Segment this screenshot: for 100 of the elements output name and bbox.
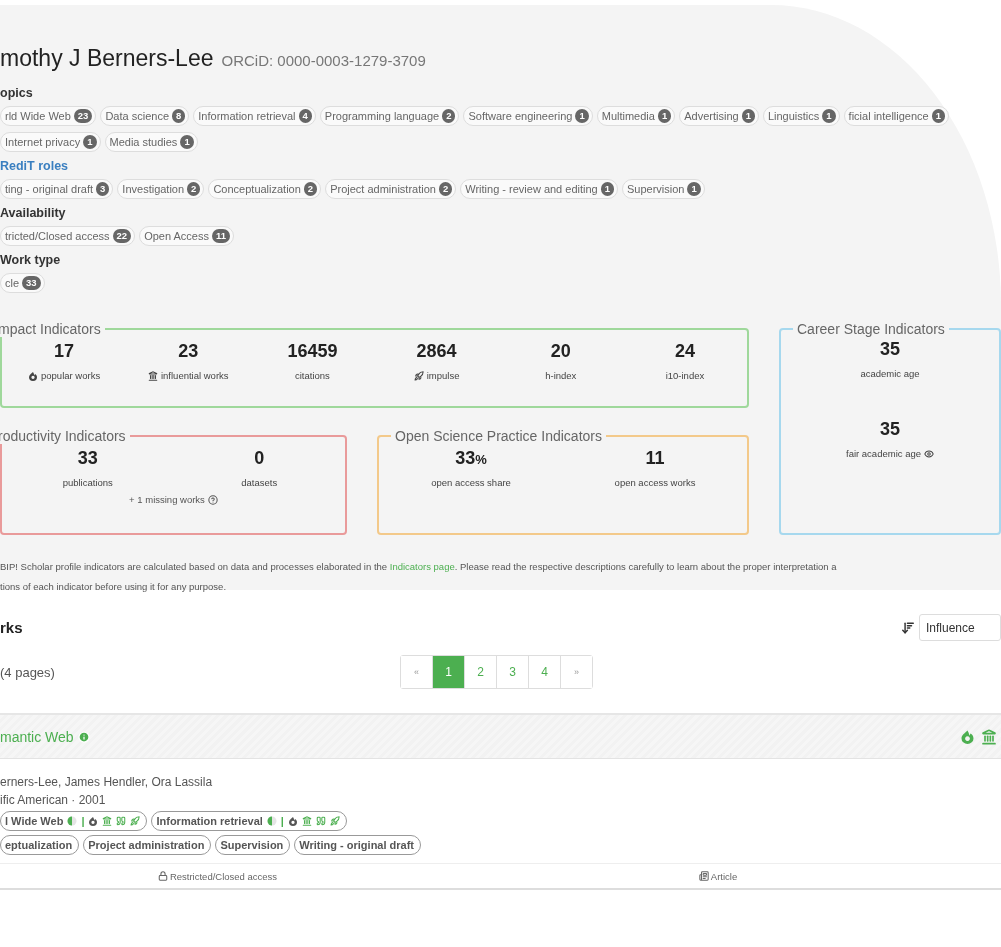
fire-icon	[28, 370, 38, 381]
indicator-value: 35	[880, 419, 900, 440]
filter-chip[interactable]: Multimedia 1	[596, 106, 676, 126]
facet-link[interactable]: RediT roles	[0, 159, 1001, 173]
facet-heading: Availability	[0, 206, 67, 220]
filter-chip[interactable]: Supervision 1	[622, 179, 705, 199]
count-badge: 1	[657, 109, 672, 123]
info-note: BIP! Scholar profile indicators are calculated based on data and processes elaborated in the Indicators page. Please read the respective descriptions carefully to learn about the proper interpretation a	[0, 560, 838, 574]
count-badge: 3	[96, 182, 110, 196]
lock-icon	[157, 871, 168, 881]
count-badge: 1	[180, 135, 194, 149]
sort-icon	[901, 620, 915, 635]
filter-chip[interactable]: ficial intelligence 1	[843, 106, 949, 126]
indicator-label: fair academic age	[846, 448, 934, 459]
facet-heading: opics	[0, 86, 34, 100]
article-icon	[698, 871, 709, 881]
work-authors: erners-Lee, James Hendler, Ora Lassila	[0, 775, 214, 789]
half-circle-icon	[266, 816, 277, 826]
indicator-value: 2864	[416, 341, 457, 362]
orcid-id: ORCiD: 0000-0003-1279-3709	[221, 52, 426, 69]
filter-chip[interactable]: Writing - review and editing 1	[460, 179, 618, 199]
count-badge: 2	[303, 182, 318, 196]
panel-legend: Career Stage Indicators	[793, 321, 949, 337]
count-badge: 4	[298, 109, 312, 123]
rocket-icon	[130, 816, 141, 826]
quote-icon	[315, 816, 326, 826]
indicator-label: impulse	[413, 370, 460, 381]
facet-heading: Work type	[0, 253, 62, 267]
indicator-label: open access works	[614, 477, 696, 488]
indicator-label: academic age	[860, 368, 920, 379]
bank-icon	[301, 816, 312, 826]
indicator-value: 11	[645, 448, 665, 469]
filter-chip[interactable]: Open Access 11	[139, 226, 234, 246]
indicator-value: 0	[254, 448, 265, 469]
indicator-label: i10-index	[665, 370, 705, 381]
count-badge: 11	[211, 229, 230, 243]
bank-icon	[147, 370, 158, 381]
indicator-label: influential works	[147, 370, 229, 381]
work-venue: ific American · 2001	[0, 793, 107, 807]
count-badge: 33	[22, 276, 41, 290]
pages-count: (4 pages)	[0, 664, 56, 680]
filter-chip[interactable]: Media studies 1	[104, 132, 198, 152]
filter-chip[interactable]: Linguistics 1	[762, 106, 840, 126]
page-link[interactable]: »	[560, 656, 592, 688]
eye-icon	[924, 448, 934, 459]
filter-chip[interactable]: Internet privacy 1	[0, 132, 101, 152]
filter-chip[interactable]: Programming language 2	[319, 106, 460, 126]
filter-chip[interactable]: Project administration 2	[325, 179, 457, 199]
indicator-label: h-index	[545, 370, 577, 381]
indicator-value: 16459	[287, 341, 338, 362]
help-icon	[207, 494, 218, 505]
filter-chip[interactable]: ting - original draft 3	[0, 179, 114, 199]
works-heading: rks	[0, 619, 23, 636]
indicator-label: popular works	[28, 370, 101, 381]
fire-icon	[88, 816, 99, 826]
count-badge: 1	[83, 135, 97, 149]
filter-chip[interactable]: Conceptualization 2	[208, 179, 322, 199]
count-badge: 2	[442, 109, 456, 123]
bank-icon	[981, 728, 997, 745]
indicator-value: 17	[54, 341, 75, 362]
indicator-value: 23	[178, 341, 199, 362]
count-badge: 23	[73, 109, 93, 123]
sort-select[interactable]: Influence	[919, 614, 1001, 641]
missing-works-note: + 1 missing works	[129, 494, 218, 505]
count-badge: 2	[438, 182, 453, 196]
indicator-value: 33%	[455, 448, 487, 469]
info-icon	[77, 730, 90, 743]
info-note: tions of each indicator before using it for any purpose.	[0, 580, 228, 594]
count-badge: 1	[741, 109, 755, 123]
access-label: Restricted/Closed access	[157, 870, 278, 882]
count-badge: 1	[822, 109, 836, 123]
indicator-label: publications	[62, 477, 113, 488]
count-badge: 8	[172, 109, 186, 123]
filter-chip[interactable]: tricted/Closed access 22	[0, 226, 136, 246]
filter-chip[interactable]: Advertising 1	[679, 106, 759, 126]
filter-chip[interactable]: Investigation 2	[117, 179, 205, 199]
filter-chip[interactable]: rld Wide Web 23	[0, 106, 97, 126]
filter-chip[interactable]: Data science 8	[100, 106, 190, 126]
rocket-icon	[413, 370, 424, 381]
researcher-name: mothy J Berners-Lee	[0, 45, 214, 72]
half-circle-icon	[67, 816, 78, 826]
count-badge: 2	[187, 182, 201, 196]
count-badge: 1	[687, 182, 701, 196]
indicator-value: 24	[674, 341, 695, 362]
indicator-value: 20	[550, 341, 571, 362]
filter-chip[interactable]: Information retrieval 4	[193, 106, 316, 126]
indicator-value: 33	[77, 448, 98, 469]
fire-icon	[287, 816, 298, 826]
quote-icon	[116, 816, 127, 826]
count-badge: 1	[575, 109, 589, 123]
panel-legend: Open Science Practice Indicators	[391, 428, 606, 444]
filter-chip[interactable]: Software engineering 1	[463, 106, 593, 126]
work-type-label: Article	[698, 870, 738, 882]
count-badge: 1	[931, 109, 945, 123]
rocket-icon	[329, 816, 340, 826]
indicator-value: 35	[880, 339, 900, 360]
indicator-label: open access share	[431, 477, 511, 488]
fire-icon	[960, 728, 975, 744]
bank-icon	[102, 816, 113, 826]
filter-chip[interactable]: cle 33	[0, 273, 45, 293]
